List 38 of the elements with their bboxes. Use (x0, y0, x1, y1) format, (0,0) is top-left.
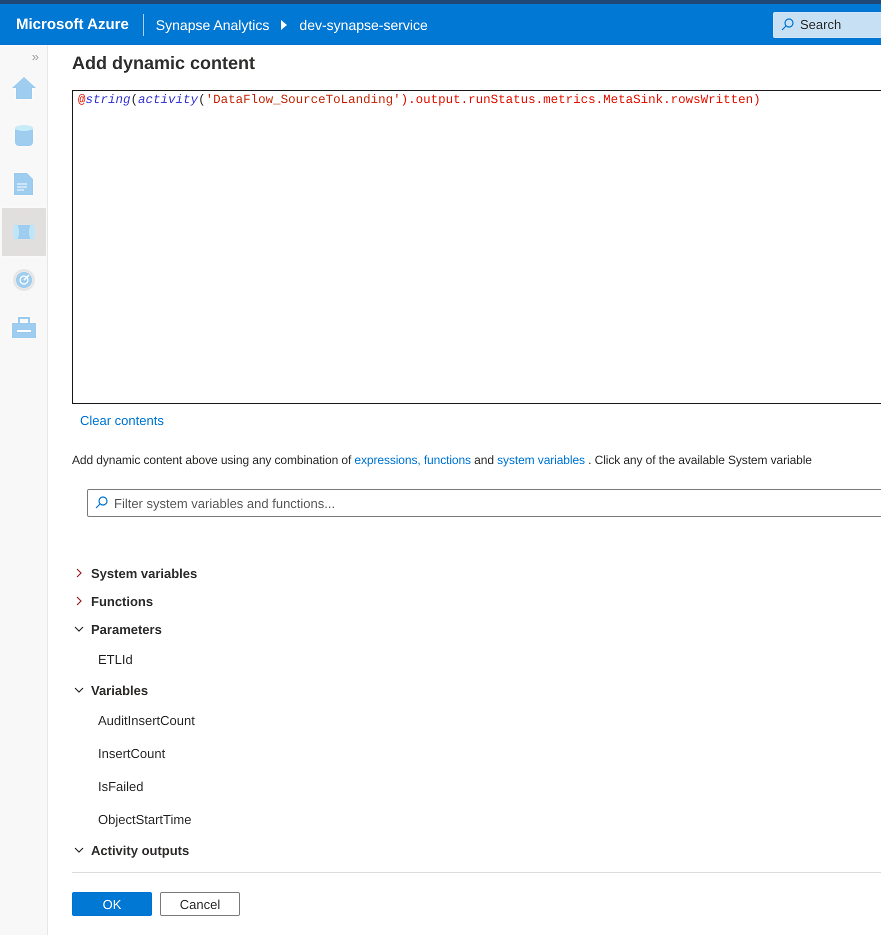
home-icon (10, 76, 36, 100)
cancel-button[interactable]: Cancel (160, 892, 240, 916)
clear-contents-link[interactable]: Clear contents (80, 413, 164, 428)
tree-item[interactable]: ETLId (72, 643, 133, 676)
tree-section[interactable]: Parameters (72, 615, 162, 643)
tree-item[interactable]: AuditInsertCount (72, 704, 195, 737)
pipeline-icon (10, 222, 36, 242)
search-icon (781, 18, 794, 31)
tree-section[interactable]: System variables (72, 559, 198, 587)
caret-icon (281, 20, 288, 30)
tree-section[interactable]: Activity outputs (72, 836, 190, 864)
expression-editor[interactable]: @string(activity('DataFlow_SourceToLanding').output.runStatus.metrics.MetaSink.rowsWritten) (72, 90, 881, 404)
chevron-icon (74, 568, 84, 578)
tree-item[interactable]: IsFailed (72, 770, 144, 803)
sidebar-item[interactable] (2, 208, 46, 256)
tree-item[interactable]: ObjectStartTime (72, 803, 192, 836)
help-link[interactable]: system variables (497, 453, 585, 467)
chevron-icon (74, 596, 84, 606)
help-link[interactable]: expressions, functions (354, 453, 471, 467)
gauge-icon (12, 268, 36, 292)
chevron-icon (74, 624, 84, 634)
breadcrumb-link[interactable]: dev-synapse-service (299, 16, 428, 32)
search-icon (95, 496, 108, 509)
dialog-title: Add dynamic content (72, 53, 256, 74)
tree-section[interactable]: Functions (72, 587, 154, 615)
filter-field[interactable]: Filter system variables and functions... (87, 489, 881, 517)
help-text: Add dynamic content above using any combination of expressions, functions and system variables . Click any of the available System variable (72, 453, 813, 467)
chevron-icon (74, 685, 84, 695)
ok-button[interactable]: OK (72, 892, 152, 916)
chevron-icon (74, 845, 84, 855)
brand-title: Microsoft Azure (16, 14, 144, 36)
document-icon (12, 172, 34, 196)
breadcrumb-link[interactable]: Synapse Analytics (156, 16, 270, 32)
toolbox-icon (10, 317, 36, 339)
tree-section[interactable]: Variables (72, 676, 148, 704)
tree-item[interactable]: InsertCount (72, 737, 166, 770)
database-icon (14, 124, 34, 148)
search-field[interactable]: Search (773, 12, 881, 38)
